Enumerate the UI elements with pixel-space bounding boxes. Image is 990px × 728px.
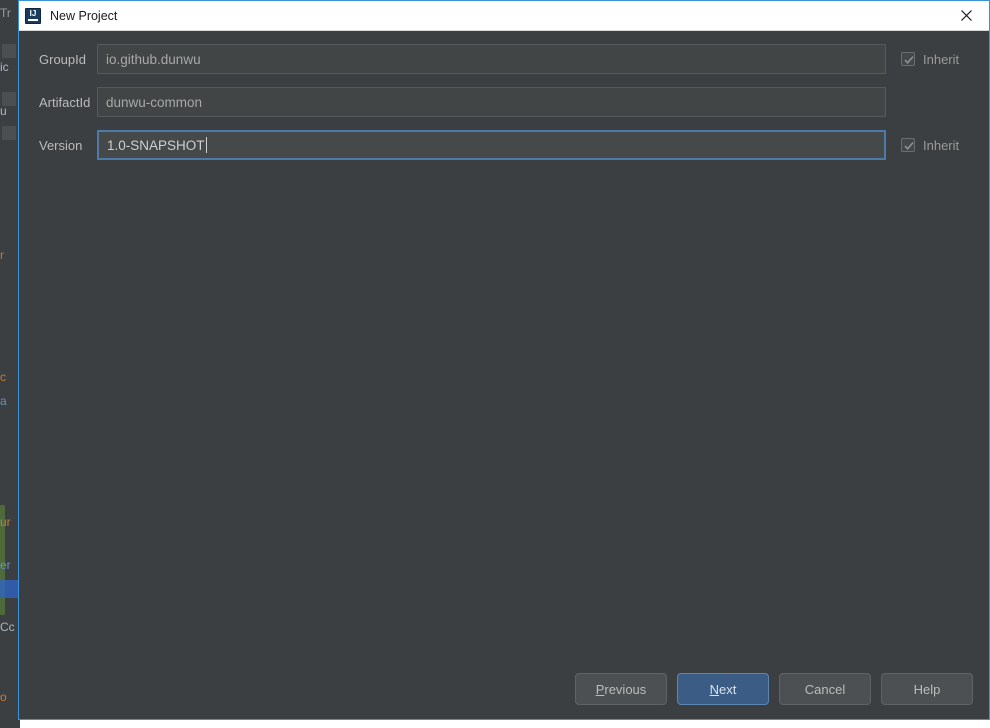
ide-text-fragment: o — [0, 690, 7, 704]
artifactid-label: ArtifactId — [39, 94, 91, 110]
close-icon[interactable] — [943, 1, 989, 30]
ide-text-fragment: Tr — [0, 6, 11, 20]
ide-backdrop: Tr ic u r c a ur er Cc o — [0, 0, 20, 728]
version-inherit-checkbox[interactable] — [901, 138, 915, 152]
previous-button-mnemonic: P — [595, 681, 605, 697]
groupid-inherit-checkbox-group[interactable]: Inherit — [901, 52, 959, 67]
dialog-title: New Project — [50, 8, 118, 23]
version-inherit-label: Inherit — [923, 137, 960, 153]
version-input[interactable]: 1.0-SNAPSHOT — [97, 130, 886, 160]
dialog-body: GroupId io.github.dunwu Inherit Artifact… — [19, 31, 989, 719]
ide-text-fragment: u — [0, 104, 7, 118]
ide-text-fragment: c — [0, 370, 6, 384]
form-row-artifactid: ArtifactId dunwu-common — [19, 87, 981, 117]
previous-button[interactable]: Previous — [575, 673, 667, 705]
ide-text-fragment: Cc — [0, 620, 15, 634]
ide-text-fragment: er — [0, 558, 11, 572]
cancel-button-label: Cancel — [804, 681, 846, 697]
version-label: Version — [39, 137, 83, 153]
version-input-value: 1.0-SNAPSHOT — [107, 137, 205, 153]
previous-button-label: revious — [604, 681, 647, 697]
version-inherit-checkbox-group[interactable]: Inherit — [901, 138, 959, 153]
text-caret — [205, 137, 207, 153]
intellij-idea-icon: IJ — [25, 7, 41, 24]
groupid-inherit-label: Inherit — [923, 51, 960, 67]
new-project-dialog: IJ New Project GroupId io.github.dunwu I… — [18, 0, 990, 720]
next-button-label: ext — [719, 681, 737, 697]
next-button-mnemonic: N — [709, 681, 720, 697]
ide-text-fragment: a — [0, 394, 7, 408]
screen: Tr ic u r c a ur er Cc o IJ New Project — [0, 0, 990, 728]
form-row-version: Version 1.0-SNAPSHOT Inherit — [19, 130, 981, 160]
groupid-inherit-checkbox[interactable] — [901, 52, 915, 66]
ide-text-fragment: r — [0, 248, 4, 262]
artifactid-input[interactable]: dunwu-common — [97, 87, 886, 117]
ide-text-fragment: ur — [0, 515, 11, 529]
groupid-input[interactable]: io.github.dunwu — [97, 44, 886, 74]
ide-selected-row — [0, 580, 20, 598]
dialog-footer-buttons: Previous Next Cancel Help — [575, 673, 973, 705]
next-button[interactable]: Next — [677, 673, 769, 705]
help-button-label: Help — [913, 681, 941, 697]
dialog-titlebar: IJ New Project — [19, 1, 989, 31]
help-button[interactable]: Help — [881, 673, 973, 705]
form-row-groupid: GroupId io.github.dunwu Inherit — [19, 44, 981, 74]
ide-text-fragment: ic — [0, 60, 9, 74]
ide-ui-fragment — [2, 126, 16, 140]
ide-ui-fragment — [2, 44, 16, 58]
cancel-button[interactable]: Cancel — [779, 673, 871, 705]
groupid-label: GroupId — [39, 51, 86, 67]
